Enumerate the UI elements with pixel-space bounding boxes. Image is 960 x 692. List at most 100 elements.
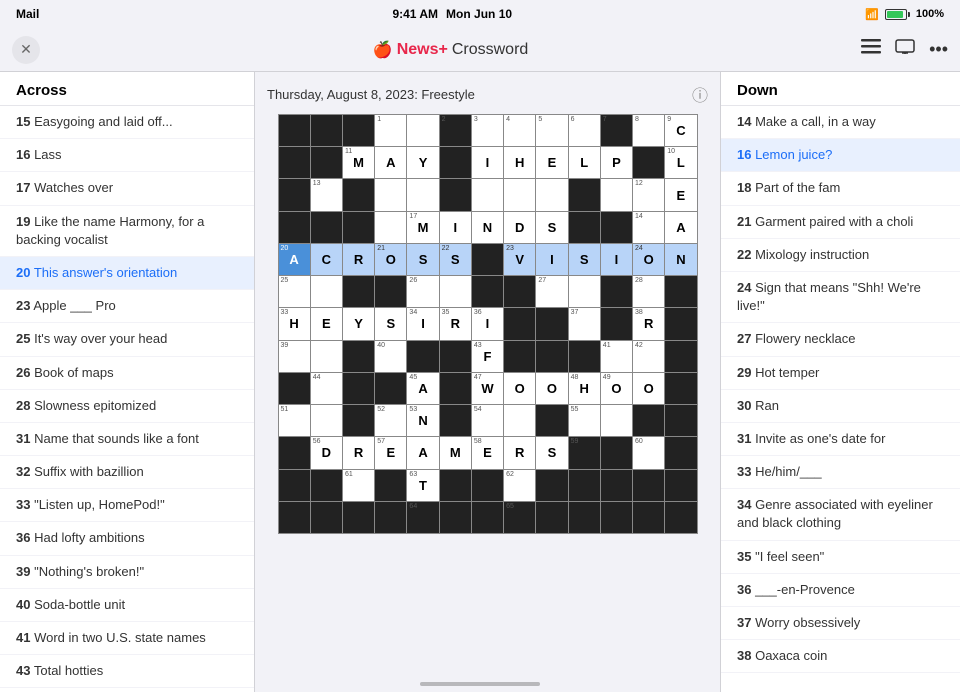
cell-4-2[interactable]: R bbox=[343, 244, 374, 275]
across-clue-32[interactable]: 32 Suffix with bazillion bbox=[0, 456, 254, 489]
down-clue-31[interactable]: 31 Invite as one's date for bbox=[721, 423, 960, 456]
cell-4-12[interactable]: N bbox=[665, 244, 696, 275]
cell-4-8[interactable]: I bbox=[536, 244, 567, 275]
crossword-grid[interactable]: 12345678C9M11AYIHELPL101312EM17INDS14AA2… bbox=[278, 114, 698, 534]
cell-3-12[interactable]: A bbox=[665, 212, 696, 243]
cell-2-1[interactable]: 13 bbox=[311, 179, 342, 210]
cell-0-8[interactable]: 5 bbox=[536, 115, 567, 146]
cell-1-12[interactable]: L10 bbox=[665, 147, 696, 178]
cell-0-6[interactable]: 3 bbox=[472, 115, 503, 146]
cell-0-11[interactable]: 8 bbox=[633, 115, 664, 146]
cell-7-3[interactable]: 40 bbox=[375, 341, 406, 372]
cell-0-9[interactable]: 6 bbox=[569, 115, 600, 146]
down-clue-35[interactable]: 35 "I feel seen" bbox=[721, 541, 960, 574]
cell-4-1[interactable]: C bbox=[311, 244, 342, 275]
cell-3-7[interactable]: D bbox=[504, 212, 535, 243]
cell-5-0[interactable]: 25 bbox=[279, 276, 310, 307]
cell-4-7[interactable]: V23 bbox=[504, 244, 535, 275]
cell-9-7[interactable] bbox=[504, 405, 535, 436]
cell-2-3[interactable] bbox=[375, 179, 406, 210]
down-clue-22[interactable]: 22 Mixology instruction bbox=[721, 239, 960, 272]
cell-5-8[interactable]: 27 bbox=[536, 276, 567, 307]
cell-10-11[interactable]: 60 bbox=[633, 437, 664, 468]
cell-6-1[interactable]: E bbox=[311, 308, 342, 339]
cell-2-6[interactable] bbox=[472, 179, 503, 210]
cell-5-4[interactable]: 26 bbox=[407, 276, 438, 307]
cell-10-2[interactable]: R bbox=[343, 437, 374, 468]
cell-4-11[interactable]: O24 bbox=[633, 244, 664, 275]
across-clue-31[interactable]: 31 Name that sounds like a font bbox=[0, 423, 254, 456]
across-clue-20[interactable]: 20 This answer's orientation bbox=[0, 257, 254, 290]
cell-6-3[interactable]: S bbox=[375, 308, 406, 339]
cell-8-11[interactable]: O bbox=[633, 373, 664, 404]
cell-0-7[interactable]: 4 bbox=[504, 115, 535, 146]
cell-4-0[interactable]: A20 bbox=[279, 244, 310, 275]
cell-7-0[interactable]: 39 bbox=[279, 341, 310, 372]
cell-7-11[interactable]: 42 bbox=[633, 341, 664, 372]
cell-8-4[interactable]: A45 bbox=[407, 373, 438, 404]
down-clue-36[interactable]: 36 ___-en-Provence bbox=[721, 574, 960, 607]
cell-6-2[interactable]: Y bbox=[343, 308, 374, 339]
cell-8-1[interactable]: 44 bbox=[311, 373, 342, 404]
cell-10-7[interactable]: R bbox=[504, 437, 535, 468]
down-clue-34[interactable]: 34 Genre associated with eyeliner and bl… bbox=[721, 489, 960, 540]
across-clue-15[interactable]: 15 Easygoing and laid off... bbox=[0, 106, 254, 139]
cell-6-9[interactable]: 37 bbox=[569, 308, 600, 339]
cell-11-4[interactable]: T63 bbox=[407, 470, 438, 501]
cell-10-3[interactable]: E57 bbox=[375, 437, 406, 468]
down-clue-18[interactable]: 18 Part of the fam bbox=[721, 172, 960, 205]
cell-8-9[interactable]: H48 bbox=[569, 373, 600, 404]
cell-6-11[interactable]: R38 bbox=[633, 308, 664, 339]
down-clue-29[interactable]: 29 Hot temper bbox=[721, 357, 960, 390]
cell-9-3[interactable]: 52 bbox=[375, 405, 406, 436]
cell-4-4[interactable]: S bbox=[407, 244, 438, 275]
cell-5-5[interactable] bbox=[440, 276, 471, 307]
cell-6-6[interactable]: I36 bbox=[472, 308, 503, 339]
across-clue-16[interactable]: 16 Lass bbox=[0, 139, 254, 172]
cell-11-2[interactable]: 61 bbox=[343, 470, 374, 501]
cell-3-8[interactable]: S bbox=[536, 212, 567, 243]
cell-3-6[interactable]: N bbox=[472, 212, 503, 243]
across-clue-39[interactable]: 39 "Nothing's broken!" bbox=[0, 556, 254, 589]
across-clue-33[interactable]: 33 "Listen up, HomePod!" bbox=[0, 489, 254, 522]
across-clue-26[interactable]: 26 Book of maps bbox=[0, 357, 254, 390]
cell-8-10[interactable]: O49 bbox=[601, 373, 632, 404]
cell-4-5[interactable]: S22 bbox=[440, 244, 471, 275]
down-clue-24[interactable]: 24 Sign that means "Shh! We're live!" bbox=[721, 272, 960, 323]
cell-9-4[interactable]: N53 bbox=[407, 405, 438, 436]
list-icon[interactable] bbox=[861, 39, 881, 60]
cell-9-10[interactable] bbox=[601, 405, 632, 436]
across-clue-36[interactable]: 36 Had lofty ambitions bbox=[0, 522, 254, 555]
cell-8-8[interactable]: O bbox=[536, 373, 567, 404]
cell-9-6[interactable]: 54 bbox=[472, 405, 503, 436]
cell-1-7[interactable]: H bbox=[504, 147, 535, 178]
cell-1-2[interactable]: M11 bbox=[343, 147, 374, 178]
cell-2-8[interactable] bbox=[536, 179, 567, 210]
cell-4-3[interactable]: O21 bbox=[375, 244, 406, 275]
cell-2-7[interactable] bbox=[504, 179, 535, 210]
close-button[interactable]: ✕ bbox=[12, 36, 40, 64]
cell-7-1[interactable] bbox=[311, 341, 342, 372]
cell-7-10[interactable]: 41 bbox=[601, 341, 632, 372]
cell-1-9[interactable]: L bbox=[569, 147, 600, 178]
down-clue-27[interactable]: 27 Flowery necklace bbox=[721, 323, 960, 356]
across-clue-17[interactable]: 17 Watches over bbox=[0, 172, 254, 205]
across-clue-25[interactable]: 25 It's way over your head bbox=[0, 323, 254, 356]
cell-4-9[interactable]: S bbox=[569, 244, 600, 275]
cell-5-9[interactable] bbox=[569, 276, 600, 307]
cell-1-3[interactable]: A bbox=[375, 147, 406, 178]
cell-6-0[interactable]: H33 bbox=[279, 308, 310, 339]
cell-1-4[interactable]: Y bbox=[407, 147, 438, 178]
cell-10-1[interactable]: D56 bbox=[311, 437, 342, 468]
across-clue-28[interactable]: 28 Slowness epitomized bbox=[0, 390, 254, 423]
down-clue-14[interactable]: 14 Make a call, in a way bbox=[721, 106, 960, 139]
cell-2-4[interactable] bbox=[407, 179, 438, 210]
across-clue-23[interactable]: 23 Apple ___ Pro bbox=[0, 290, 254, 323]
cell-9-9[interactable]: 55 bbox=[569, 405, 600, 436]
down-clue-30[interactable]: 30 Ran bbox=[721, 390, 960, 423]
cell-8-7[interactable]: O bbox=[504, 373, 535, 404]
across-clue-40[interactable]: 40 Soda-bottle unit bbox=[0, 589, 254, 622]
down-clue-21[interactable]: 21 Garment paired with a choli bbox=[721, 206, 960, 239]
cell-3-11[interactable]: 14 bbox=[633, 212, 664, 243]
cell-9-0[interactable]: 51 bbox=[279, 405, 310, 436]
